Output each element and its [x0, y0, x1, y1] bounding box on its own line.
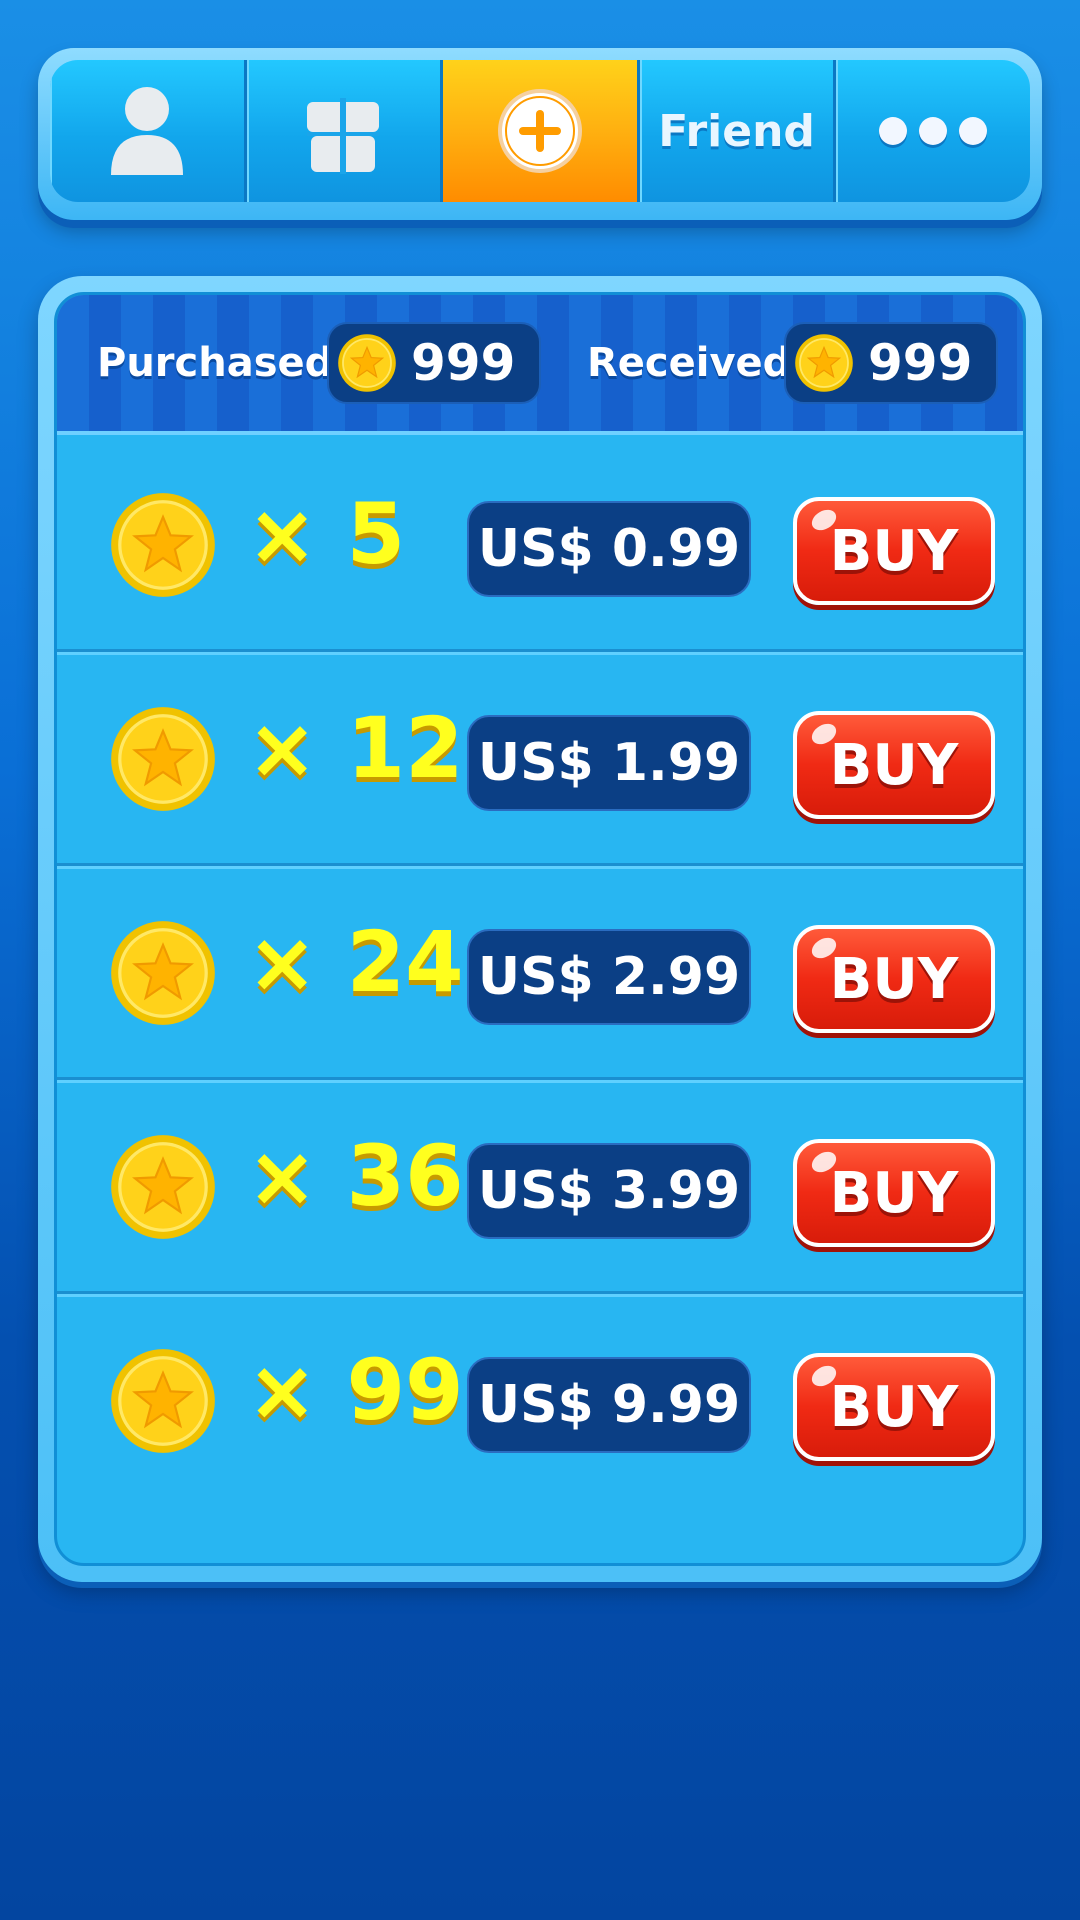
received-value: 999	[868, 334, 973, 392]
offer-quantity: × 36	[247, 1127, 464, 1225]
coin-icon	[111, 1349, 215, 1453]
offer-quantity: × 12	[247, 699, 464, 797]
offer-row: × 36 US$ 3.99 BUY	[57, 1077, 1023, 1294]
coin-icon	[111, 707, 215, 811]
buy-button-label: BUY	[829, 732, 959, 798]
coin-icon	[111, 1135, 215, 1239]
offer-price: US$ 2.99	[467, 929, 751, 1025]
offer-row: × 12 US$ 1.99 BUY	[57, 649, 1023, 866]
buy-button[interactable]: BUY	[793, 1139, 995, 1247]
coin-shop-panel: Purchased 999 Received 999 × 5 US$ 0.99 …	[38, 276, 1042, 1582]
offer-row: × 24 US$ 2.99 BUY	[57, 863, 1023, 1080]
offer-row: × 5 US$ 0.99 BUY	[57, 435, 1023, 652]
coin-icon	[338, 334, 396, 392]
coin-icon	[111, 921, 215, 1025]
gift-icon	[307, 98, 380, 174]
purchased-value: 999	[411, 334, 516, 392]
purchased-label: Purchased	[97, 340, 334, 386]
offer-quantity: × 24	[247, 913, 464, 1011]
offer-price: US$ 9.99	[467, 1357, 751, 1453]
tab-add-coins[interactable]	[443, 60, 640, 202]
tab-friend-label: Friend	[658, 105, 815, 157]
buy-button[interactable]: BUY	[793, 1353, 995, 1461]
top-tab-bar: Friend	[38, 48, 1042, 220]
coin-icon	[111, 493, 215, 597]
buy-button-label: BUY	[829, 1374, 959, 1440]
buy-button-label: BUY	[829, 946, 959, 1012]
buy-button-label: BUY	[829, 518, 959, 584]
offer-price: US$ 0.99	[467, 501, 751, 597]
tab-profile[interactable]	[50, 60, 247, 202]
offer-price: US$ 3.99	[467, 1143, 751, 1239]
tab-gift[interactable]	[246, 60, 444, 202]
tab-friend[interactable]: Friend	[639, 60, 837, 202]
more-dots-icon	[879, 117, 988, 145]
offer-price: US$ 1.99	[467, 715, 751, 811]
buy-button[interactable]: BUY	[793, 711, 995, 819]
tab-list: Friend	[50, 60, 1030, 202]
buy-button[interactable]: BUY	[793, 497, 995, 605]
offer-quantity: × 5	[247, 485, 406, 583]
offer-row: × 99 US$ 9.99 BUY	[57, 1291, 1023, 1505]
coin-shop-inner: Purchased 999 Received 999 × 5 US$ 0.99 …	[54, 292, 1026, 1566]
received-badge: 999	[784, 322, 998, 404]
purchased-badge: 999	[327, 322, 541, 404]
received-label: Received	[587, 340, 792, 386]
offer-quantity: × 99	[247, 1341, 464, 1439]
balance-header: Purchased 999 Received 999	[57, 295, 1023, 435]
tab-more[interactable]	[836, 60, 1030, 202]
plus-circle-icon	[497, 89, 582, 173]
buy-button[interactable]: BUY	[793, 925, 995, 1033]
buy-button-label: BUY	[829, 1160, 959, 1226]
person-icon	[110, 87, 183, 175]
coin-icon	[795, 334, 853, 392]
